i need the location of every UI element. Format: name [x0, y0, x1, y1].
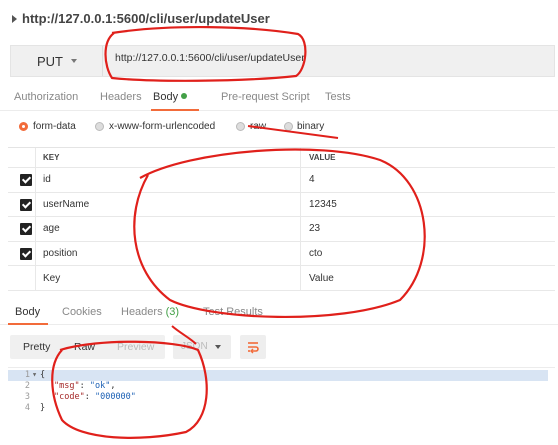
tab-headers[interactable]: Headers [100, 91, 142, 103]
json-value: "ok" [89, 381, 111, 391]
url-input[interactable]: http://127.0.0.1:5600/cli/user/updateUse… [115, 52, 305, 64]
tab-tests[interactable]: Tests [325, 91, 351, 103]
response-tabs: Body Cookies Headers (3) Test Results [0, 299, 558, 325]
view-mode-segment: Pretty Raw Preview [10, 335, 165, 359]
request-title: http://127.0.0.1:5600/cli/user/updateUse… [22, 11, 270, 26]
line-number: 1 [24, 370, 30, 380]
format-label: JSON [181, 341, 208, 352]
radio-form-data[interactable] [19, 122, 28, 131]
response-toolbar: Pretty Raw Preview JSON [0, 333, 558, 361]
radio-raw-label[interactable]: raw [250, 121, 266, 132]
wrap-lines-icon [248, 342, 259, 354]
line-number: 2 [24, 381, 30, 391]
new-value-input[interactable]: Value [301, 266, 555, 290]
json-separator: : [79, 381, 90, 391]
code-line: 3 "code": "000000" [8, 392, 548, 403]
response-tab-headers-label: Headers [121, 306, 163, 318]
table-row: userName 12345 [8, 192, 555, 218]
headers-count: (3) [165, 306, 180, 318]
code-line: 4 } [8, 403, 548, 414]
table-header: KEY VALUE [8, 148, 555, 168]
tab-pre-request-script[interactable]: Pre-request Script [221, 91, 310, 103]
line-number: 4 [24, 403, 30, 413]
param-value[interactable]: 4 [301, 168, 555, 192]
method-label: PUT [37, 53, 63, 69]
request-title-bar: http://127.0.0.1:5600/cli/user/updateUse… [0, 0, 558, 40]
table-row: position cto [8, 241, 555, 267]
response-tab-cookies[interactable]: Cookies [62, 306, 102, 318]
response-tab-headers[interactable]: Headers (3) [121, 306, 179, 318]
caret-down-icon [71, 59, 77, 63]
tab-authorization[interactable]: Authorization [14, 91, 78, 103]
request-row: PUT http://127.0.0.1:5600/cli/user/updat… [10, 45, 555, 77]
table-row: age 23 [8, 217, 555, 242]
key-column-header: KEY [36, 148, 301, 167]
radio-binary-label[interactable]: binary [297, 121, 324, 132]
checkbox-checked-icon[interactable] [20, 174, 32, 186]
json-comma: , [110, 381, 116, 391]
view-pretty-button[interactable]: Pretty [23, 341, 50, 353]
code-line: 2 "msg": "ok", [8, 381, 548, 392]
radio-urlencoded-label[interactable]: x-www-form-urlencoded [109, 121, 215, 132]
param-value[interactable]: 12345 [301, 193, 555, 217]
code-text: { [40, 370, 46, 380]
new-key-input[interactable]: Key [36, 266, 301, 290]
radio-binary[interactable] [284, 122, 293, 131]
fold-icon[interactable]: ▾ [32, 370, 37, 380]
caret-down-icon [215, 345, 221, 349]
code-line: 1 ▾ { [8, 370, 548, 381]
body-type-selector: form-data x-www-form-urlencoded raw bina… [0, 116, 558, 138]
checkbox-checked-icon[interactable] [20, 223, 32, 236]
caret-right-icon[interactable] [12, 15, 17, 23]
view-preview-button[interactable]: Preview [117, 341, 154, 353]
json-separator: : [84, 392, 95, 402]
param-value[interactable]: cto [301, 242, 555, 266]
view-raw-button[interactable]: Raw [74, 341, 95, 353]
checkbox-checked-icon[interactable] [20, 198, 32, 211]
param-key[interactable]: userName [36, 192, 301, 217]
format-select[interactable]: JSON [173, 335, 231, 359]
tab-body-label: Body [153, 91, 179, 103]
param-key[interactable]: position [36, 241, 301, 266]
body-active-dot [181, 93, 188, 99]
param-value[interactable]: 23 [301, 217, 555, 241]
new-param-row: Key Value [8, 266, 555, 291]
response-body-viewer[interactable]: 1 ▾ { 2 "msg": "ok", 3 "code": "000000" … [8, 367, 555, 441]
json-key: "code" [54, 392, 85, 402]
radio-urlencoded[interactable] [95, 122, 104, 131]
json-key: "msg" [54, 381, 80, 391]
value-column-header: VALUE [309, 153, 336, 162]
active-response-tab-indicator [8, 323, 48, 325]
request-tabs: Authorization Headers Body Pre-request S… [0, 83, 558, 111]
radio-form-data-label[interactable]: form-data [33, 121, 76, 132]
code-text: } [40, 403, 46, 413]
method-select[interactable]: PUT [11, 46, 103, 76]
param-key[interactable]: id [36, 168, 301, 192]
table-row: id 4 [8, 168, 555, 193]
checkbox-checked-icon[interactable] [20, 247, 32, 260]
json-value: "000000" [94, 392, 136, 402]
param-key[interactable]: age [36, 217, 301, 241]
response-tab-body[interactable]: Body [15, 306, 40, 318]
wrap-lines-button[interactable] [240, 335, 266, 359]
radio-raw[interactable] [236, 122, 245, 131]
form-data-table: KEY VALUE id 4 userName 12345 age 23 pos… [8, 147, 555, 291]
line-number: 3 [24, 392, 30, 402]
response-tab-test-results[interactable]: Test Results [203, 306, 263, 318]
tab-body[interactable]: Body [153, 91, 188, 103]
active-tab-indicator [151, 109, 199, 111]
